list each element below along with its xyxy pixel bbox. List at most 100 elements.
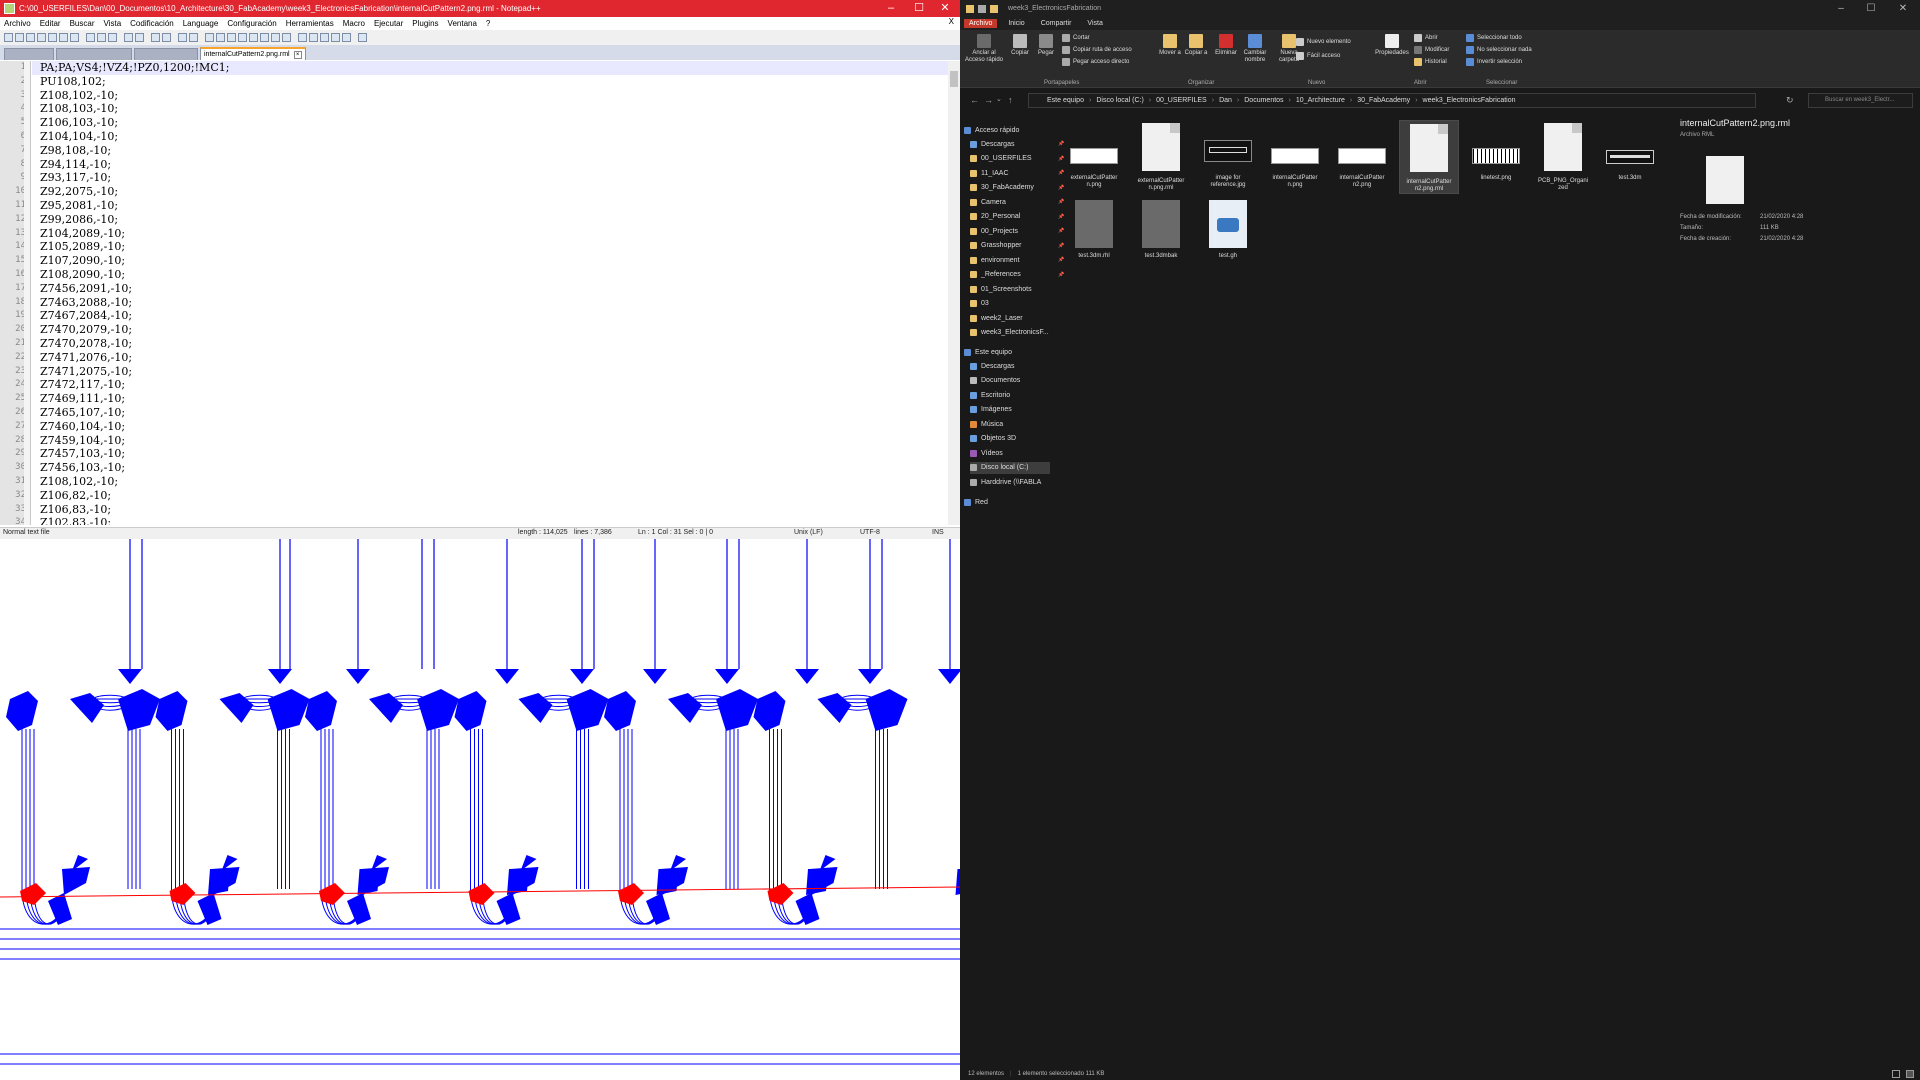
npp-minimize-button[interactable]: – xyxy=(876,0,906,17)
open-button[interactable]: Abrir xyxy=(1414,34,1438,42)
nav-quick-item[interactable]: Camera 📌 xyxy=(970,196,1064,208)
nav-quick-item[interactable]: 30_FabAcademy 📌 xyxy=(970,182,1064,194)
open-file-icon[interactable] xyxy=(15,33,24,42)
nav-quick-item[interactable]: 11_IAAC 📌 xyxy=(970,167,1064,179)
file-item[interactable]: image for reference.jpg xyxy=(1198,120,1258,189)
play-macro-icon[interactable] xyxy=(320,33,329,42)
save-macro-icon[interactable] xyxy=(342,33,351,42)
nav-network[interactable]: Red xyxy=(964,496,988,508)
nav-pc-item[interactable]: Imágenes xyxy=(970,404,1012,416)
menu-macro[interactable]: Macro xyxy=(343,19,365,28)
play-macro-multiple-icon[interactable] xyxy=(331,33,340,42)
move-to-button[interactable]: Mover a xyxy=(1158,34,1182,56)
invert-selection-button[interactable]: Invertir selección xyxy=(1466,58,1522,66)
copy-button[interactable]: Copiar xyxy=(1008,34,1032,56)
menu-buscar[interactable]: Buscar xyxy=(70,19,95,28)
function-list-icon[interactable] xyxy=(271,33,280,42)
doc-map-icon[interactable] xyxy=(260,33,269,42)
nav-quick-item[interactable]: Grasshopper 📌 xyxy=(970,240,1064,252)
easy-access-button[interactable]: Fácil acceso xyxy=(1296,52,1340,60)
file-tab-active[interactable]: internalCutPattern2.png.rml × xyxy=(200,47,306,60)
file-tab[interactable] xyxy=(134,48,198,60)
scrollbar-thumb[interactable] xyxy=(950,71,958,87)
search-input[interactable]: Buscar en week3_Electr... xyxy=(1808,93,1913,108)
zoom-in-icon[interactable] xyxy=(178,33,187,42)
indent-guide-icon[interactable] xyxy=(249,33,258,42)
breadcrumb-item[interactable]: 10_Architecture xyxy=(1296,97,1345,104)
new-item-button[interactable]: Nuevo elemento xyxy=(1296,38,1351,46)
up-arrow-icon[interactable]: ↑ xyxy=(1008,95,1013,105)
menu-ejecutar[interactable]: Ejecutar xyxy=(374,19,403,28)
menu-editar[interactable]: Editar xyxy=(40,19,61,28)
breadcrumb-item[interactable]: Este equipo xyxy=(1047,97,1084,104)
ribbon-tab-inicio[interactable]: Inicio xyxy=(1003,19,1029,28)
nav-quick-item[interactable]: environment 📌 xyxy=(970,254,1064,266)
file-item[interactable]: internalCutPatter n2.png.rml xyxy=(1399,120,1459,194)
undo-icon[interactable] xyxy=(124,33,133,42)
copy-path-button[interactable]: Copiar ruta de acceso xyxy=(1062,46,1132,54)
properties-button[interactable]: Propiedades xyxy=(1374,34,1410,56)
nav-quick-item[interactable]: _References 📌 xyxy=(970,269,1064,281)
show-all-chars-icon[interactable] xyxy=(238,33,247,42)
redo-icon[interactable] xyxy=(135,33,144,42)
spell-check-icon[interactable] xyxy=(358,33,367,42)
nav-pc-item[interactable]: Descargas xyxy=(970,360,1014,372)
nav-quick-item[interactable]: 00_USERFILES 📌 xyxy=(970,153,1064,165)
menu-plugins[interactable]: Plugins xyxy=(412,19,438,28)
ribbon-tab-vista[interactable]: Vista xyxy=(1082,19,1107,28)
nav-quick-access[interactable]: Acceso rápido xyxy=(964,124,1019,136)
nav-pc-item[interactable]: Disco local (C:) xyxy=(970,461,1050,474)
file-item[interactable]: linetest.png xyxy=(1466,120,1526,182)
folder-workspace-icon[interactable] xyxy=(282,33,291,42)
file-item[interactable]: externalCutPatter n.png xyxy=(1064,120,1124,189)
close-all-icon[interactable] xyxy=(59,33,68,42)
exp-maximize-button[interactable]: ☐ xyxy=(1858,0,1884,17)
nav-quick-item[interactable]: 20_Personal 📌 xyxy=(970,211,1064,223)
nav-quick-item[interactable]: 03 xyxy=(970,298,989,310)
close-document-button[interactable]: X xyxy=(949,17,954,26)
menu-ventana[interactable]: Ventana xyxy=(448,19,477,28)
npp-close-button[interactable]: ✕ xyxy=(930,0,960,17)
properties-quick-icon[interactable] xyxy=(978,4,986,13)
menu-vista[interactable]: Vista xyxy=(104,19,122,28)
file-tab[interactable] xyxy=(4,48,54,60)
nav-quick-item[interactable]: 01_Screenshots xyxy=(970,283,1032,295)
word-wrap-icon[interactable] xyxy=(227,33,236,42)
zoom-out-icon[interactable] xyxy=(189,33,198,42)
refresh-icon[interactable]: ↻ xyxy=(1786,95,1794,106)
new-file-icon[interactable] xyxy=(4,33,13,42)
breadcrumb-item[interactable]: 00_USERFILES xyxy=(1156,97,1207,104)
file-item[interactable]: internalCutPatter n.png xyxy=(1265,120,1325,189)
paste-shortcut-button[interactable]: Pegar acceso directo xyxy=(1062,58,1129,66)
nav-this-pc[interactable]: Este equipo xyxy=(964,346,1012,358)
history-button[interactable]: Historial xyxy=(1414,58,1447,66)
ribbon-tab-archivo[interactable]: Archivo xyxy=(964,19,998,28)
save-icon[interactable] xyxy=(26,33,35,42)
new-folder-quick-icon[interactable] xyxy=(990,4,998,13)
paste-button[interactable]: Pegar xyxy=(1034,34,1058,56)
ribbon-tab-compartir[interactable]: Compartir xyxy=(1036,19,1077,28)
menu-archivo[interactable]: Archivo xyxy=(4,19,31,28)
select-all-button[interactable]: Seleccionar todo xyxy=(1466,34,1522,42)
tab-close-icon[interactable]: × xyxy=(293,50,302,59)
delete-button[interactable]: Eliminar xyxy=(1214,34,1238,56)
menu-configuracion[interactable]: Configuración xyxy=(227,19,276,28)
nav-pc-item[interactable]: Objetos 3D xyxy=(970,433,1016,445)
large-icons-view-icon[interactable] xyxy=(1906,1070,1914,1078)
forward-arrow-icon[interactable]: → xyxy=(984,95,993,105)
sync-vertical-icon[interactable] xyxy=(205,33,214,42)
pin-quick-access-button[interactable]: Anclar al Acceso rápido xyxy=(964,34,1004,64)
nav-quick-item[interactable]: Descargas 📌 xyxy=(970,138,1064,150)
nav-pc-item[interactable]: Vídeos xyxy=(970,447,1003,459)
menu-language[interactable]: Language xyxy=(183,19,219,28)
recent-chevron-icon[interactable]: ⌄ xyxy=(996,95,1002,103)
select-none-button[interactable]: No seleccionar nada xyxy=(1466,46,1532,54)
file-item[interactable]: PCB_PNG_Organi zed xyxy=(1533,120,1593,192)
save-all-icon[interactable] xyxy=(37,33,46,42)
nav-pc-item[interactable]: Harddrive (\\FABLA xyxy=(970,476,1041,488)
exp-minimize-button[interactable]: – xyxy=(1828,0,1854,17)
file-item[interactable]: internalCutPatter n2.png xyxy=(1332,120,1392,189)
nav-pc-item[interactable]: Música xyxy=(970,418,1003,430)
editor-vertical-scrollbar[interactable] xyxy=(948,61,960,525)
menu-help[interactable]: ? xyxy=(486,19,490,28)
